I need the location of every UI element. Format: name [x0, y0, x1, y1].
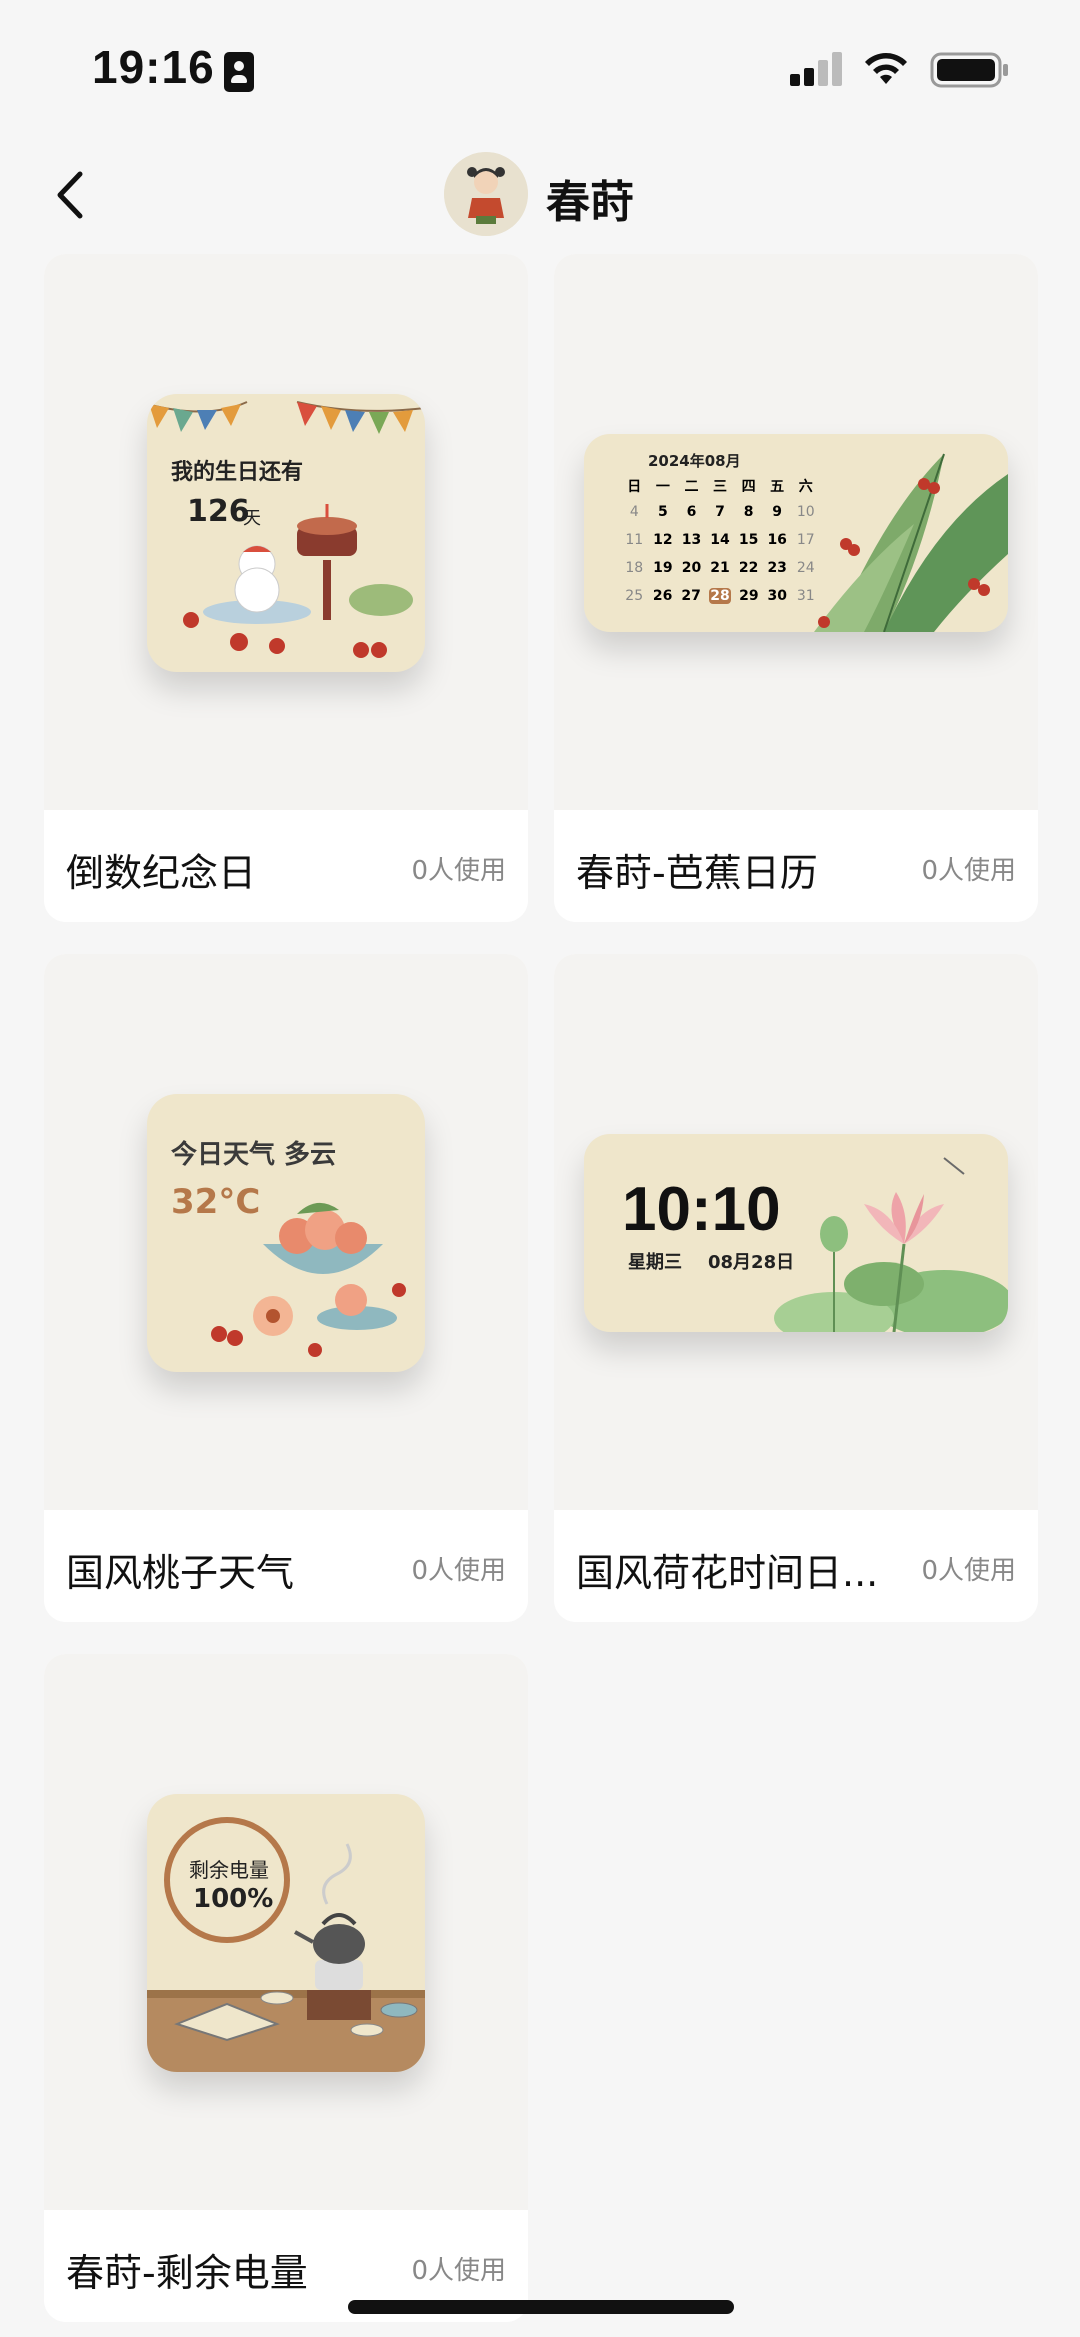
calendar-day: 18: [625, 560, 644, 576]
weekday-label: 三: [713, 479, 728, 495]
back-button[interactable]: [40, 160, 110, 230]
calendar-day: 7: [715, 504, 725, 520]
countdown-days: 126: [187, 494, 250, 529]
calendar-day: 13: [681, 532, 702, 548]
card-footer: 春莳-芭蕉日历 0人使用: [554, 810, 1038, 922]
calendar-week-row: 18 19 20 21 22 23 24: [620, 560, 820, 576]
card-preview: 2024年08月 日 一 二 三 四 五 六 4 5 6 7 8 9 10 11…: [554, 254, 1038, 810]
calendar-day: 5: [657, 504, 668, 520]
weekday-label: 一: [655, 479, 670, 495]
avatar-figure-icon: [444, 152, 528, 236]
calendar-grid: 日 一 二 三 四 五 六 4 5 6 7 8 9 10 11 12 13 14…: [620, 476, 820, 604]
weather-temp: 32°C: [171, 1182, 261, 1222]
card-footer: 国风荷花时间日... 0人使用: [554, 1510, 1038, 1622]
calendar-day: 14: [710, 532, 730, 548]
bunting-cake-illustration-icon: [147, 401, 425, 658]
calendar-day: 24: [796, 560, 815, 576]
weekday-label: 六: [798, 479, 813, 495]
card-title: 国风荷花时间日...: [576, 1551, 879, 1595]
card-preview: 剩余电量 100%: [44, 1654, 528, 2210]
weekday-label: 四: [741, 479, 756, 495]
calendar-day: 21: [710, 560, 730, 576]
card-title: 倒数纪念日: [66, 851, 257, 895]
card-footer: 倒数纪念日 0人使用: [44, 810, 528, 922]
card-preview: 我的生日还有 126 天: [44, 254, 528, 810]
card-title: 春莳-芭蕉日历: [576, 851, 818, 895]
calendar-day: 12: [653, 532, 673, 548]
page-title: 春莳: [546, 177, 634, 228]
screen: 19:16 春莳 我的生日还有 126 天 倒数纪念日 0人使用 2024年08…: [0, 0, 1080, 2337]
calendar-day: 19: [653, 560, 673, 576]
status-time: 19:16: [92, 41, 215, 93]
calendar-day: 25: [625, 588, 644, 604]
calendar-day: 8: [743, 504, 754, 520]
home-indicator[interactable]: [348, 2300, 734, 2314]
widget-card-calendar[interactable]: 2024年08月 日 一 二 三 四 五 六 4 5 6 7 8 9 10 11…: [554, 254, 1038, 922]
card-preview: 10:10 星期三 08月28日: [554, 954, 1038, 1510]
clock-weekday: 星期三: [628, 1252, 682, 1273]
calendar-day: 9: [772, 504, 783, 520]
battery-label: 剩余电量: [189, 1858, 269, 1882]
usage-count: 0人使用: [411, 1556, 506, 1586]
calendar-day: 6: [686, 504, 697, 520]
weekday-label: 日: [627, 479, 642, 495]
calendar-week-row: 25 26 27 28 29 30 31: [620, 588, 820, 604]
weekday-label: 五: [770, 479, 785, 495]
id-card-icon: [224, 52, 254, 92]
calendar-day: 31: [796, 588, 815, 604]
weather-widget-preview: 今日天气 多云 32°C: [147, 1094, 425, 1372]
usage-count: 0人使用: [411, 856, 506, 886]
weekday-label: 二: [684, 479, 699, 495]
countdown-unit: 天: [243, 508, 261, 529]
weather-label: 今日天气 多云: [171, 1140, 337, 1170]
calendar-widget-preview: 2024年08月 日 一 二 三 四 五 六 4 5 6 7 8 9 10 11…: [584, 434, 1008, 632]
calendar-day-today: 28: [709, 588, 731, 604]
wifi-icon: [865, 53, 907, 84]
calendar-day: 22: [738, 560, 759, 576]
card-title: 国风桃子天气: [66, 1551, 295, 1595]
battery-icon: [930, 52, 1008, 88]
battery-widget-preview: 剩余电量 100%: [147, 1794, 425, 2072]
calendar-day: 30: [767, 588, 788, 604]
card-preview: 今日天气 多云 32°C: [44, 954, 528, 1510]
status-bar: 19:16: [0, 0, 1080, 130]
calendar-week-row: 4 5 6 7 8 9 10: [620, 504, 820, 520]
battery-percent: 100%: [193, 1884, 274, 1914]
calendar-day: 16: [767, 532, 787, 548]
calendar-day: 26: [652, 588, 673, 604]
clock-date: 08月28日: [708, 1252, 795, 1273]
calendar-day: 27: [681, 588, 701, 604]
signal-icon: [790, 52, 842, 86]
card-footer: 国风桃子天气 0人使用: [44, 1510, 528, 1622]
clock-widget-preview: 10:10 星期三 08月28日: [584, 1134, 1008, 1332]
countdown-widget-preview: 我的生日还有 126 天: [147, 394, 425, 672]
calendar-day: 15: [738, 532, 759, 548]
teapot-desk-illustration-icon: [147, 1817, 425, 2072]
avatar: [444, 152, 528, 236]
weekday-row: 日 一 二 三 四 五 六: [620, 476, 820, 496]
usage-count: 0人使用: [921, 1556, 1016, 1586]
card-title: 春莳-剩余电量: [66, 2251, 308, 2295]
widget-card-lotus-clock[interactable]: 10:10 星期三 08月28日 国风荷花时间日... 0人使用: [554, 954, 1038, 1622]
calendar-day: 4: [629, 504, 639, 520]
usage-count: 0人使用: [411, 2256, 506, 2286]
widget-card-countdown[interactable]: 我的生日还有 126 天 倒数纪念日 0人使用: [44, 254, 528, 922]
nav-bar: 春莳: [0, 140, 1080, 250]
calendar-day: 11: [625, 532, 644, 548]
calendar-week-row: 11 12 13 14 15 16 17: [620, 532, 820, 548]
calendar-day: 10: [796, 504, 815, 520]
calendar-day: 17: [796, 532, 815, 548]
clock-time: 10:10: [622, 1175, 781, 1244]
calendar-day: 20: [681, 560, 702, 576]
calendar-day: 23: [767, 560, 787, 576]
calendar-day: 29: [739, 588, 759, 604]
widget-card-battery[interactable]: 剩余电量 100% 春莳-剩余电量 0人使用: [44, 1654, 528, 2322]
countdown-label: 我的生日还有: [171, 460, 304, 485]
widget-card-weather[interactable]: 今日天气 多云 32°C 国风桃子天气 0人使用: [44, 954, 528, 1622]
usage-count: 0人使用: [921, 856, 1016, 886]
calendar-month: 2024年08月: [648, 452, 741, 470]
